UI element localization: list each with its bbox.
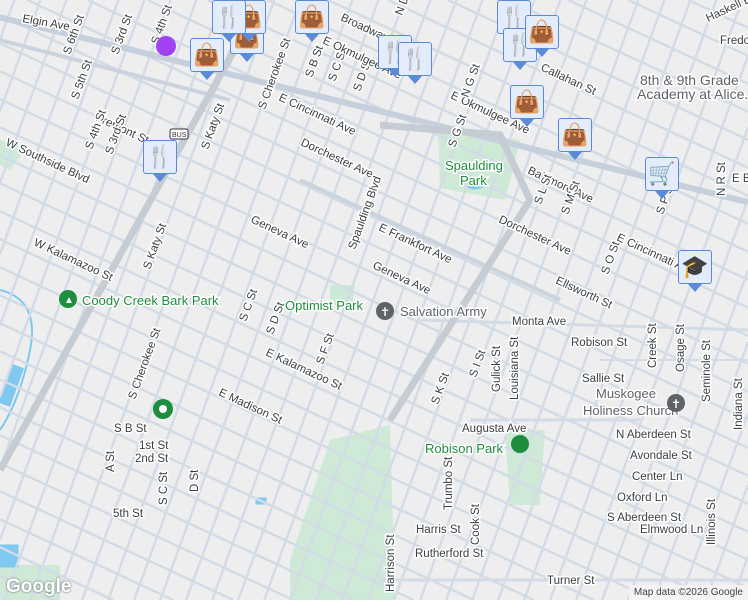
marker-pointer bbox=[200, 72, 214, 80]
street-label: Trumbo St bbox=[443, 456, 455, 510]
shopping-bag-marker[interactable]: 👜 bbox=[190, 38, 224, 80]
school-icon: 🎓 bbox=[678, 250, 712, 284]
street-label: S C St bbox=[158, 471, 170, 505]
tree-glyph: ▲ bbox=[64, 295, 74, 306]
street-label: N Aberdeen St bbox=[616, 429, 692, 441]
marker-pointer bbox=[520, 119, 534, 127]
shopping-bag-icon: 👜 bbox=[190, 38, 224, 72]
marker-pointer bbox=[408, 76, 422, 84]
map-canvas[interactable]: Elgin AveS 6th StS 5th StFremont StS 4th… bbox=[0, 0, 748, 600]
salvation-army-label[interactable]: Salvation Army bbox=[399, 303, 489, 321]
street-label: Louisiana St bbox=[509, 336, 521, 400]
street-label: 2nd St bbox=[135, 453, 169, 465]
street-label: Cook St bbox=[470, 503, 482, 545]
street-label: S Aberdeen St bbox=[607, 512, 682, 524]
map-attribution[interactable]: Map data ©2026 Google bbox=[628, 585, 748, 600]
street-label: Elmwood Ln bbox=[640, 524, 703, 536]
street-label: E B bbox=[732, 173, 748, 185]
pin-dot bbox=[159, 405, 167, 413]
robison-park-label[interactable]: Robison Park bbox=[424, 440, 506, 458]
shopping-bag-marker[interactable]: 👜 bbox=[525, 15, 559, 57]
google-logo: Google bbox=[6, 576, 72, 597]
church-label-line2[interactable]: Holiness Church bbox=[582, 402, 680, 420]
street-label: D St bbox=[189, 469, 201, 492]
spaulding-park-label-2[interactable]: Park bbox=[459, 172, 489, 190]
street-label: Illinois St bbox=[706, 498, 718, 545]
marker-pointer bbox=[153, 174, 167, 182]
restaurant-icon: 🍴 bbox=[398, 42, 432, 76]
shopping-bag-icon: 👜 bbox=[525, 15, 559, 49]
street-label: Osage St bbox=[675, 323, 687, 372]
shopping-bag-marker[interactable]: 👜 bbox=[558, 118, 592, 160]
restaurant-icon: 🍴 bbox=[143, 140, 177, 174]
shopping-bag-icon: 👜 bbox=[510, 85, 544, 119]
street-label: Augusta Ave bbox=[462, 423, 526, 435]
restaurant-icon: 🍴 bbox=[212, 0, 246, 34]
restaurant-marker[interactable]: 🍴 bbox=[398, 42, 432, 84]
marker-pointer bbox=[513, 62, 527, 70]
shopping-bag-icon: 👜 bbox=[558, 118, 592, 152]
street-label: Indiana St bbox=[733, 377, 745, 430]
coody-creek-bark-park-label[interactable]: Coody Creek Bark Park bbox=[81, 292, 221, 310]
marker-pointer bbox=[305, 34, 319, 42]
street-label: Monta Ave bbox=[512, 316, 566, 328]
street-label: Oxford Ln bbox=[617, 492, 668, 504]
street-label: S B St bbox=[114, 423, 147, 435]
church-label-line1[interactable]: Muskogee bbox=[595, 385, 658, 403]
street-label: N R St bbox=[716, 161, 728, 196]
street-label: 5th St bbox=[113, 508, 144, 520]
street-label: Seminole St bbox=[701, 339, 713, 402]
school-label-2[interactable]: Academy at Alice... bbox=[636, 85, 748, 104]
street-label: Creek St bbox=[647, 322, 659, 368]
street-label: Fredo bbox=[720, 35, 748, 47]
street-label: Center Ln bbox=[632, 471, 683, 483]
street-label: Harris St bbox=[416, 524, 462, 536]
street-label: Avondale St bbox=[630, 450, 693, 462]
shopping-bag-marker[interactable]: 👜 bbox=[510, 85, 544, 127]
marker-pointer bbox=[535, 49, 549, 57]
cross-glyph: ✝ bbox=[671, 397, 681, 411]
street-label: A St bbox=[105, 450, 117, 472]
street-label: 1st St bbox=[139, 440, 169, 452]
spaulding-park-label-1[interactable]: Spaulding bbox=[444, 157, 505, 175]
shopping-bag-marker[interactable]: 👜 bbox=[295, 0, 329, 42]
street-label: Robison St bbox=[571, 337, 628, 349]
restaurant-marker[interactable]: 🍴 bbox=[143, 140, 177, 182]
street-label: Harrison St bbox=[385, 534, 397, 592]
street-label: Turner St bbox=[547, 575, 595, 587]
street-label: Sallie St bbox=[582, 373, 625, 385]
shopping-cart-marker[interactable]: 🛒 bbox=[645, 157, 679, 199]
restaurant-marker[interactable]: 🍴 bbox=[212, 0, 246, 42]
museum-icon[interactable] bbox=[156, 36, 176, 56]
shopping-bag-icon: 👜 bbox=[295, 0, 329, 34]
street-label: Rutherford St bbox=[415, 548, 484, 560]
marker-pointer bbox=[222, 34, 236, 42]
shopping-cart-icon: 🛒 bbox=[645, 157, 679, 191]
bus-route-shield-label: BUS bbox=[172, 132, 187, 139]
marker-pointer bbox=[655, 191, 669, 199]
school-marker[interactable]: 🎓 bbox=[678, 250, 712, 292]
optimist-park-label[interactable]: Optimist Park bbox=[284, 297, 366, 315]
marker-pointer bbox=[688, 284, 702, 292]
street-label: Gulick St bbox=[491, 345, 503, 392]
marker-pointer bbox=[240, 54, 254, 62]
park-icon bbox=[511, 435, 529, 453]
cross-glyph: ✝ bbox=[380, 305, 390, 319]
marker-pointer bbox=[568, 152, 582, 160]
